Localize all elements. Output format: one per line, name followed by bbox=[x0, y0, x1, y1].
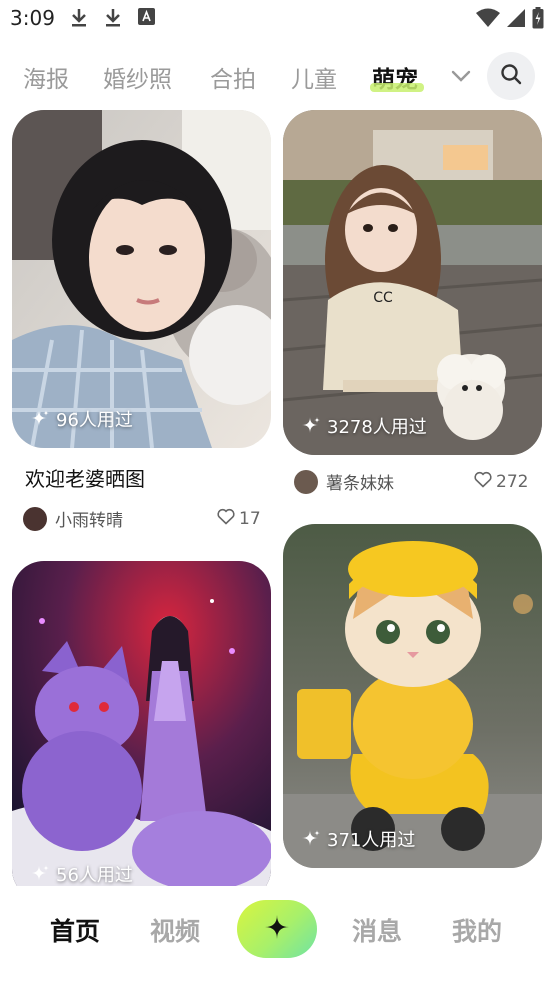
nav-video[interactable]: 视频 bbox=[150, 912, 200, 948]
usage-count: 3278人用过 bbox=[327, 417, 427, 438]
sparkle-icon bbox=[301, 416, 321, 436]
sparkle-icon bbox=[30, 409, 50, 429]
like-button[interactable]: 17 bbox=[217, 508, 261, 530]
card-image-delivery-cat[interactable]: 371人用过 bbox=[283, 524, 542, 868]
search-icon bbox=[500, 63, 522, 89]
usage-count: 56人用过 bbox=[56, 865, 133, 886]
avatar bbox=[294, 469, 318, 494]
card-author[interactable]: 薯条妹妹 bbox=[294, 469, 394, 494]
nav-messages[interactable]: 消息 bbox=[352, 912, 402, 948]
active-tab-indicator bbox=[370, 83, 424, 92]
svg-text:CC: CC bbox=[373, 290, 393, 306]
usage-count: 96人用过 bbox=[56, 410, 133, 431]
signal-icon bbox=[506, 8, 526, 32]
like-button[interactable]: 272 bbox=[474, 471, 528, 493]
nav-mine[interactable]: 我的 bbox=[452, 912, 502, 948]
status-bar: 3:09 bbox=[0, 0, 554, 38]
tab-children[interactable]: 儿童 bbox=[291, 60, 337, 94]
usage-count: 371人用过 bbox=[327, 830, 416, 851]
sparkle-icon bbox=[263, 913, 291, 945]
app-notification-icon bbox=[138, 8, 155, 29]
search-button[interactable] bbox=[487, 52, 535, 100]
card-image-fox-and-girl[interactable]: 56人用过 bbox=[12, 561, 271, 901]
wifi-icon bbox=[476, 8, 500, 32]
download-icon bbox=[70, 8, 88, 32]
nav-home[interactable]: 首页 bbox=[50, 912, 100, 948]
bottom-nav: 首页 视频 消息 我的 bbox=[0, 886, 554, 984]
card-image-girl-with-cat[interactable]: 96人用过 bbox=[12, 110, 271, 448]
battery-icon bbox=[532, 7, 544, 33]
like-count: 272 bbox=[496, 472, 529, 492]
create-button[interactable] bbox=[237, 900, 317, 958]
chevron-down-icon[interactable] bbox=[448, 62, 474, 94]
sparkle-icon bbox=[301, 829, 321, 849]
card-title[interactable]: 欢迎老婆晒图 bbox=[25, 463, 145, 492]
tab-wedding-photo[interactable]: 婚纱照 bbox=[103, 60, 172, 94]
avatar bbox=[23, 506, 47, 531]
heart-icon bbox=[474, 471, 492, 493]
download-icon bbox=[104, 8, 122, 32]
sparkle-icon bbox=[30, 864, 50, 884]
card-author[interactable]: 小雨转晴 bbox=[23, 506, 123, 531]
tab-poster[interactable]: 海报 bbox=[23, 60, 69, 94]
card-image-girl-with-poodle[interactable]: CC 3278人用过 bbox=[283, 110, 542, 455]
heart-icon bbox=[217, 508, 235, 530]
author-name: 小雨转晴 bbox=[55, 511, 123, 531]
author-name: 薯条妹妹 bbox=[326, 474, 394, 494]
tab-group-photo[interactable]: 合拍 bbox=[210, 60, 256, 94]
status-time: 3:09 bbox=[10, 6, 55, 30]
like-count: 17 bbox=[239, 509, 261, 529]
